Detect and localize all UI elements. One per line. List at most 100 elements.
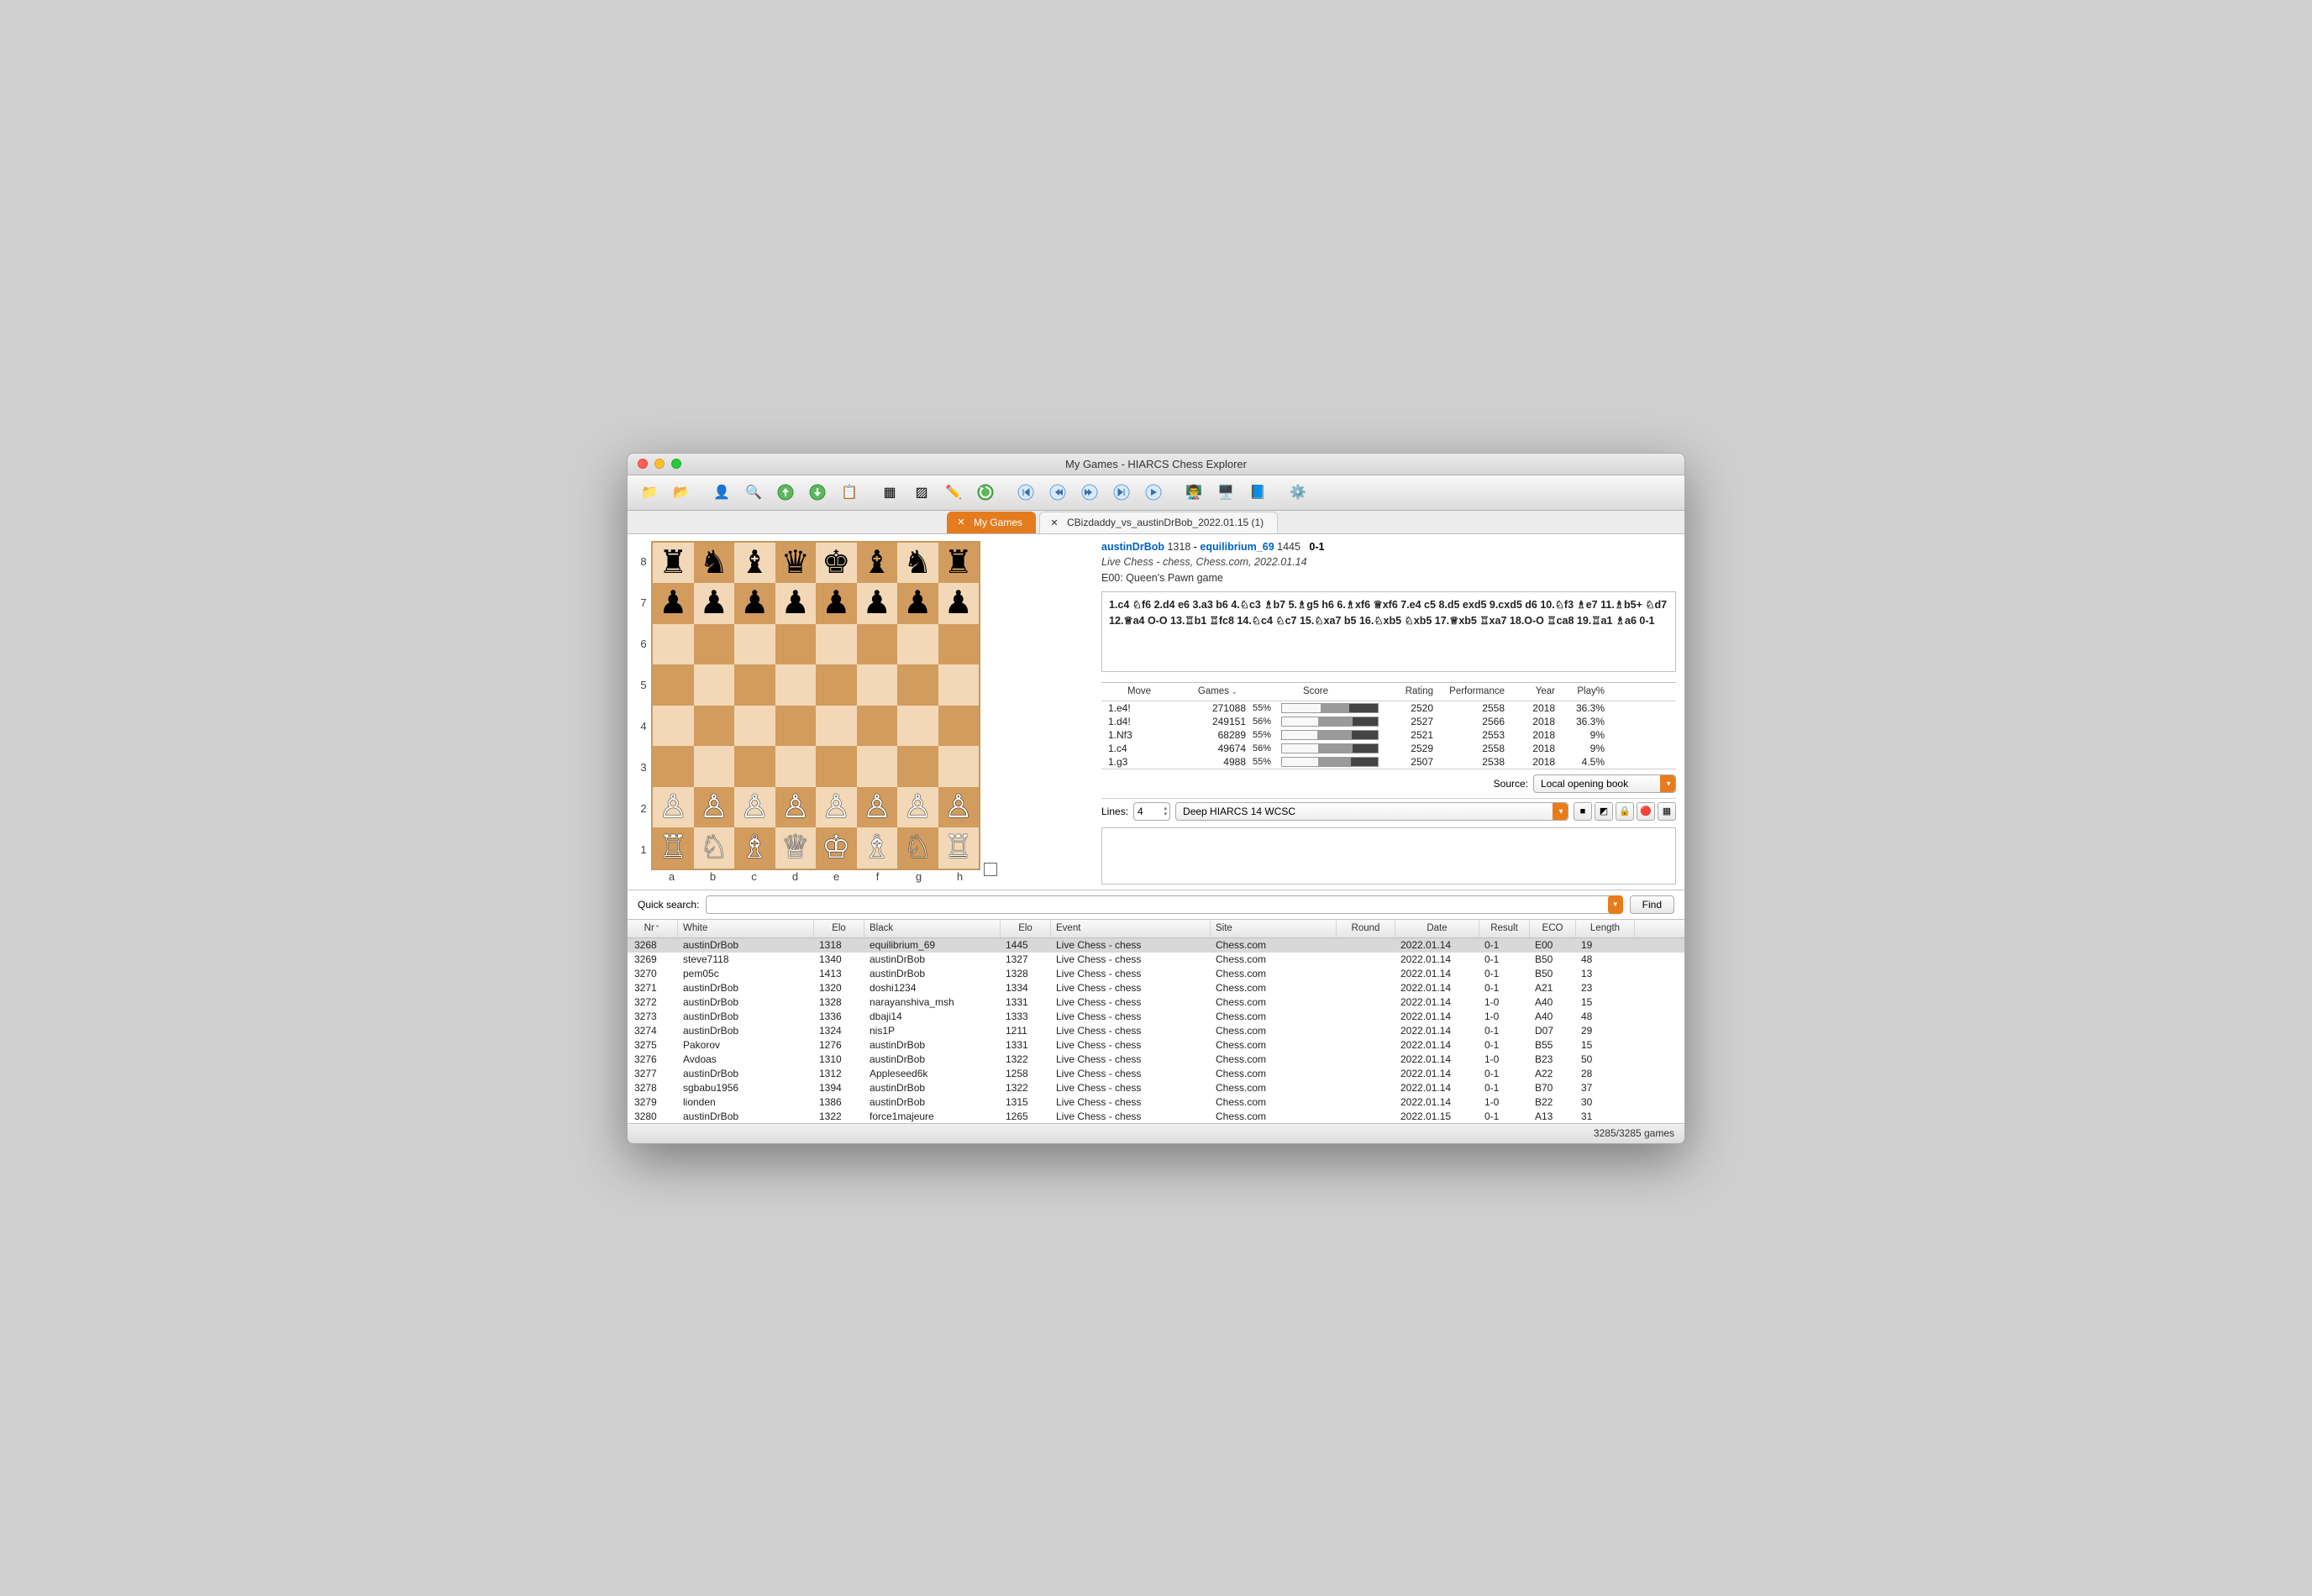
square[interactable]: ♟: [938, 583, 980, 624]
square[interactable]: ♖: [653, 827, 694, 869]
square[interactable]: ♞: [897, 543, 938, 584]
square[interactable]: ♙: [775, 787, 817, 828]
col-site[interactable]: Site: [1211, 920, 1337, 937]
zoom-window-button[interactable]: [671, 459, 681, 469]
col-eco[interactable]: ECO: [1530, 920, 1576, 937]
square[interactable]: [775, 746, 817, 787]
square[interactable]: ♟: [857, 583, 898, 624]
table-row[interactable]: 3277 austinDrBob 1312 Appleseed6k 1258 L…: [628, 1067, 1684, 1081]
square[interactable]: ♟: [897, 583, 938, 624]
black-player-link[interactable]: equilibrium_69: [1200, 541, 1274, 553]
square[interactable]: ♙: [938, 787, 980, 828]
engine-grid-button[interactable]: ▦: [1658, 802, 1676, 821]
engine-color-button[interactable]: 🔴: [1637, 802, 1655, 821]
square[interactable]: ♟: [653, 583, 694, 624]
square[interactable]: ♗: [857, 827, 898, 869]
square[interactable]: ♖: [938, 827, 980, 869]
close-window-button[interactable]: [638, 459, 648, 469]
nav-back-button[interactable]: [1043, 477, 1073, 507]
nav-last-button[interactable]: [1106, 477, 1137, 507]
engine-btn-2[interactable]: ◩: [1595, 802, 1613, 821]
col-play[interactable]: Play%: [1555, 686, 1610, 696]
tab-game-file[interactable]: ✕ CBizdaddy_vs_austinDrBob_2022.01.15 (1…: [1039, 512, 1278, 533]
square[interactable]: [653, 664, 694, 706]
table-row[interactable]: 3275 Pakorov 1276 austinDrBob 1331 Live …: [628, 1038, 1684, 1053]
square[interactable]: [734, 664, 775, 706]
square[interactable]: [897, 746, 938, 787]
square[interactable]: [734, 706, 775, 747]
square[interactable]: [694, 746, 735, 787]
col-elo2[interactable]: Elo: [1001, 920, 1051, 937]
table-row[interactable]: 3268 austinDrBob 1318 equilibrium_69 144…: [628, 938, 1684, 953]
square[interactable]: [694, 664, 735, 706]
upload-button[interactable]: [770, 477, 801, 507]
square[interactable]: [694, 624, 735, 665]
engine-server-button[interactable]: 🖥️: [1211, 477, 1241, 507]
opening-row[interactable]: 1.g3 4988 55% 2507 2538 2018 4.5%: [1101, 755, 1676, 769]
square[interactable]: ♘: [897, 827, 938, 869]
table-row[interactable]: 3271 austinDrBob 1320 doshi1234 1334 Liv…: [628, 981, 1684, 995]
square[interactable]: [816, 624, 857, 665]
nav-forward-button[interactable]: [1075, 477, 1105, 507]
square[interactable]: [816, 664, 857, 706]
table-row[interactable]: 3273 austinDrBob 1336 dbaji14 1333 Live …: [628, 1010, 1684, 1024]
refresh-button[interactable]: [970, 477, 1001, 507]
square[interactable]: [816, 706, 857, 747]
square[interactable]: ♛: [775, 543, 817, 584]
nav-first-button[interactable]: [1011, 477, 1041, 507]
square[interactable]: ♜: [938, 543, 980, 584]
square[interactable]: ♙: [653, 787, 694, 828]
square[interactable]: ♞: [694, 543, 735, 584]
square[interactable]: [857, 624, 898, 665]
moves-notation[interactable]: 1.c4 ♘f6 2.d4 e6 3.a3 b6 4.♘c3 ♗b7 5.♗g5…: [1101, 591, 1676, 672]
square[interactable]: [938, 746, 980, 787]
opening-row[interactable]: 1.e4! 271088 55% 2520 2558 2018 36.3%: [1101, 701, 1676, 715]
square[interactable]: ♙: [694, 787, 735, 828]
col-event[interactable]: Event: [1051, 920, 1211, 937]
table-row[interactable]: 3278 sgbabu1956 1394 austinDrBob 1322 Li…: [628, 1081, 1684, 1095]
square[interactable]: [857, 746, 898, 787]
search-player-button[interactable]: 🔍: [738, 477, 769, 507]
col-result[interactable]: Result: [1479, 920, 1530, 937]
table-row[interactable]: 3272 austinDrBob 1328 narayanshiva_msh 1…: [628, 995, 1684, 1010]
square[interactable]: ♙: [897, 787, 938, 828]
square[interactable]: ♙: [734, 787, 775, 828]
square[interactable]: ♝: [857, 543, 898, 584]
square[interactable]: [897, 706, 938, 747]
empty-board-button[interactable]: ▨: [906, 477, 937, 507]
table-row[interactable]: 3269 steve7118 1340 austinDrBob 1327 Liv…: [628, 953, 1684, 967]
engine-lock-button[interactable]: 🔒: [1616, 802, 1634, 821]
col-performance[interactable]: Performance: [1433, 686, 1505, 696]
col-date[interactable]: Date: [1395, 920, 1479, 937]
square[interactable]: [694, 706, 735, 747]
source-select[interactable]: Local opening book ▼: [1533, 774, 1676, 793]
table-row[interactable]: 3274 austinDrBob 1324 nis1P 1211 Live Ch…: [628, 1024, 1684, 1038]
square[interactable]: ♙: [857, 787, 898, 828]
col-year[interactable]: Year: [1505, 686, 1555, 696]
col-elo1[interactable]: Elo: [814, 920, 864, 937]
square[interactable]: [775, 706, 817, 747]
square[interactable]: [816, 746, 857, 787]
table-row[interactable]: 3276 Avdoas 1310 austinDrBob 1322 Live C…: [628, 1053, 1684, 1067]
opening-row[interactable]: 1.d4! 249151 56% 2527 2566 2018 36.3%: [1101, 715, 1676, 728]
square[interactable]: ♗: [734, 827, 775, 869]
opening-row[interactable]: 1.Nf3 68289 55% 2521 2553 2018 9%: [1101, 728, 1676, 742]
col-score[interactable]: Score: [1253, 686, 1379, 696]
col-move[interactable]: Move: [1101, 686, 1177, 696]
play-button[interactable]: [1138, 477, 1169, 507]
square[interactable]: [734, 746, 775, 787]
square[interactable]: ♜: [653, 543, 694, 584]
col-white[interactable]: White: [678, 920, 814, 937]
close-icon[interactable]: ✕: [955, 517, 967, 528]
square[interactable]: ♟: [734, 583, 775, 624]
analyze-button[interactable]: 📋: [834, 477, 864, 507]
settings-button[interactable]: ⚙️: [1283, 477, 1313, 507]
board-style-button[interactable]: ▦: [875, 477, 905, 507]
square[interactable]: [857, 664, 898, 706]
col-round[interactable]: Round: [1337, 920, 1395, 937]
square[interactable]: ♙: [816, 787, 857, 828]
square[interactable]: ♘: [694, 827, 735, 869]
close-icon[interactable]: ✕: [1048, 517, 1060, 528]
square[interactable]: ♝: [734, 543, 775, 584]
open-database-button[interactable]: 📂: [666, 477, 696, 507]
